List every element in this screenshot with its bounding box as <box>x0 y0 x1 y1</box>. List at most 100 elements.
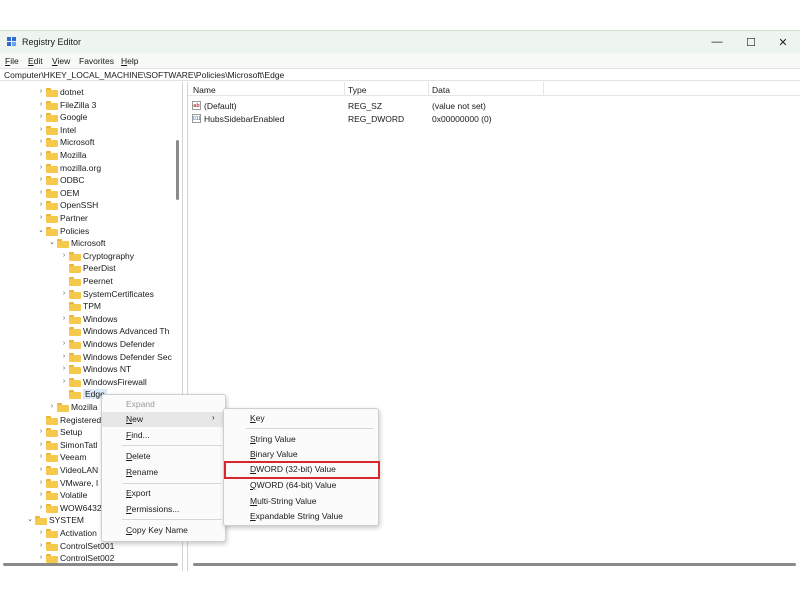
column-divider[interactable] <box>428 82 429 96</box>
tree-item[interactable]: Windows Advanced Th <box>0 325 180 338</box>
tree-item[interactable]: ⌄ Policies <box>0 225 180 238</box>
tree-item-label: ControlSet002 <box>60 553 115 564</box>
chevron-right-icon[interactable]: › <box>37 175 45 185</box>
submenu-key[interactable]: Key <box>224 411 378 426</box>
tree-item[interactable]: › Windows <box>0 313 180 326</box>
chevron-right-icon[interactable]: › <box>37 213 45 223</box>
chevron-right-icon[interactable]: › <box>37 452 45 462</box>
chevron-right-icon[interactable]: › <box>37 528 45 538</box>
minimize-button[interactable]: — <box>700 31 734 53</box>
chevron-right-icon[interactable]: › <box>37 137 45 147</box>
menu-favorites[interactable]: Favorites <box>79 56 114 66</box>
chevron-right-icon[interactable]: › <box>60 314 68 324</box>
chevron-right-icon[interactable]: › <box>37 440 45 450</box>
chevron-right-icon[interactable]: › <box>60 339 68 349</box>
context-menu-copy-key-name[interactable]: Copy Key Name <box>102 523 225 538</box>
submenu-qword-value[interactable]: QWORD (64-bit) Value <box>224 478 378 493</box>
chevron-right-icon[interactable]: › <box>37 112 45 122</box>
menu-edit[interactable]: Edit <box>28 56 43 66</box>
chevron-down-icon[interactable]: ⌄ <box>26 515 34 525</box>
chevron-right-icon[interactable]: › <box>37 188 45 198</box>
chevron-right-icon[interactable]: › <box>37 541 45 551</box>
context-menu-new[interactable]: New › <box>102 412 225 427</box>
submenu-string-value[interactable]: String Value <box>224 432 378 447</box>
chevron-down-icon[interactable]: ⌄ <box>48 238 56 248</box>
address-bar[interactable]: Computer\HKEY_LOCAL_MACHINE\SOFTWARE\Pol… <box>0 68 800 81</box>
chevron-right-icon[interactable]: › <box>60 364 68 374</box>
tree-item[interactable]: › SystemCertificates <box>0 288 180 301</box>
tree-item[interactable]: › dotnet <box>0 86 180 99</box>
chevron-right-icon[interactable]: › <box>37 503 45 513</box>
tree-item[interactable]: › Partner <box>0 212 180 225</box>
chevron-right-icon[interactable]: › <box>60 352 68 362</box>
chevron-right-icon[interactable]: › <box>37 125 45 135</box>
chevron-right-icon[interactable]: › <box>48 402 56 412</box>
values-horizontal-scrollbar[interactable] <box>193 563 796 566</box>
chevron-right-icon[interactable]: › <box>37 465 45 475</box>
context-menu-permissions[interactable]: Permissions... <box>102 502 225 517</box>
tree-item[interactable]: › Intel <box>0 124 180 137</box>
tree-item[interactable]: › ODBC <box>0 174 180 187</box>
chevron-right-icon[interactable]: › <box>60 289 68 299</box>
folder-icon <box>69 277 81 286</box>
submenu-expandable-string-value[interactable]: Expandable String Value <box>224 509 378 524</box>
context-menu-find[interactable]: Find... <box>102 428 225 443</box>
tree-item[interactable]: › Windows Defender <box>0 338 180 351</box>
tree-item[interactable]: PeerDist <box>0 262 180 275</box>
tree-item[interactable]: › Mozilla <box>0 149 180 162</box>
column-header-name[interactable]: Name <box>193 85 216 95</box>
chevron-right-icon[interactable]: › <box>60 251 68 261</box>
chevron-right-icon[interactable]: › <box>37 150 45 160</box>
tree-item[interactable]: › Windows Defender Sec <box>0 351 180 364</box>
tree-horizontal-scrollbar[interactable] <box>3 563 178 566</box>
tree-item[interactable]: › mozilla.org <box>0 162 180 175</box>
tree-item[interactable]: › Cryptography <box>0 250 180 263</box>
table-row[interactable]: 011 HubsSidebarEnabled REG_DWORD 0x00000… <box>188 112 800 125</box>
menu-help[interactable]: Help <box>121 56 138 66</box>
submenu-multi-string-value[interactable]: Multi-String Value <box>224 494 378 509</box>
folder-icon <box>69 302 81 312</box>
tree-item[interactable]: › OEM <box>0 187 180 200</box>
tree-item[interactable]: › Windows NT <box>0 363 180 376</box>
chevron-right-icon[interactable]: › <box>37 490 45 500</box>
submenu-binary-value[interactable]: Binary Value <box>224 447 378 462</box>
table-row[interactable]: ab (Default) REG_SZ (value not set) <box>188 99 800 112</box>
column-divider[interactable] <box>344 82 345 96</box>
menu-file[interactable]: File <box>5 56 19 66</box>
tree-scrollbar-thumb[interactable] <box>176 140 179 200</box>
value-type: REG_SZ <box>348 101 383 111</box>
column-divider[interactable] <box>543 82 544 96</box>
folder-icon <box>69 340 81 349</box>
chevron-right-icon[interactable]: › <box>37 478 45 488</box>
tree-item[interactable]: ⌄ Microsoft <box>0 237 180 250</box>
chevron-right-icon[interactable]: › <box>37 163 45 173</box>
column-headers: Name Type Data <box>188 82 800 96</box>
value-data: 0x00000000 (0) <box>432 114 492 124</box>
context-menu-export[interactable]: Export <box>102 486 225 501</box>
tree-item[interactable]: › FileZilla 3 <box>0 99 180 112</box>
tree-item[interactable]: › Microsoft <box>0 136 180 149</box>
folder-icon <box>46 491 58 501</box>
folder-icon <box>46 541 58 551</box>
tree-item[interactable]: Peernet <box>0 275 180 288</box>
context-menu-delete[interactable]: Delete <box>102 449 225 464</box>
chevron-right-icon[interactable]: › <box>60 377 68 387</box>
chevron-right-icon[interactable]: › <box>37 427 45 437</box>
tree-item[interactable]: › Google <box>0 111 180 124</box>
chevron-right-icon[interactable]: › <box>37 100 45 110</box>
column-header-type[interactable]: Type <box>348 85 366 95</box>
menu-view[interactable]: View <box>52 56 70 66</box>
tree-item[interactable]: TPM <box>0 300 180 313</box>
chevron-right-icon[interactable]: › <box>37 87 45 97</box>
chevron-down-icon[interactable]: ⌄ <box>37 226 45 236</box>
chevron-right-icon[interactable]: › <box>37 553 45 563</box>
context-menu-rename[interactable]: Rename <box>102 465 225 480</box>
tree-item[interactable]: › WindowsFirewall <box>0 376 180 389</box>
value-type: REG_DWORD <box>348 114 405 124</box>
close-button[interactable]: ✕ <box>766 31 800 53</box>
context-menu-expand[interactable]: Expand <box>102 397 225 412</box>
tree-item[interactable]: › OpenSSH <box>0 199 180 212</box>
maximize-button[interactable]: ☐ <box>734 31 768 53</box>
column-header-data[interactable]: Data <box>432 85 450 95</box>
chevron-right-icon[interactable]: › <box>37 200 45 210</box>
